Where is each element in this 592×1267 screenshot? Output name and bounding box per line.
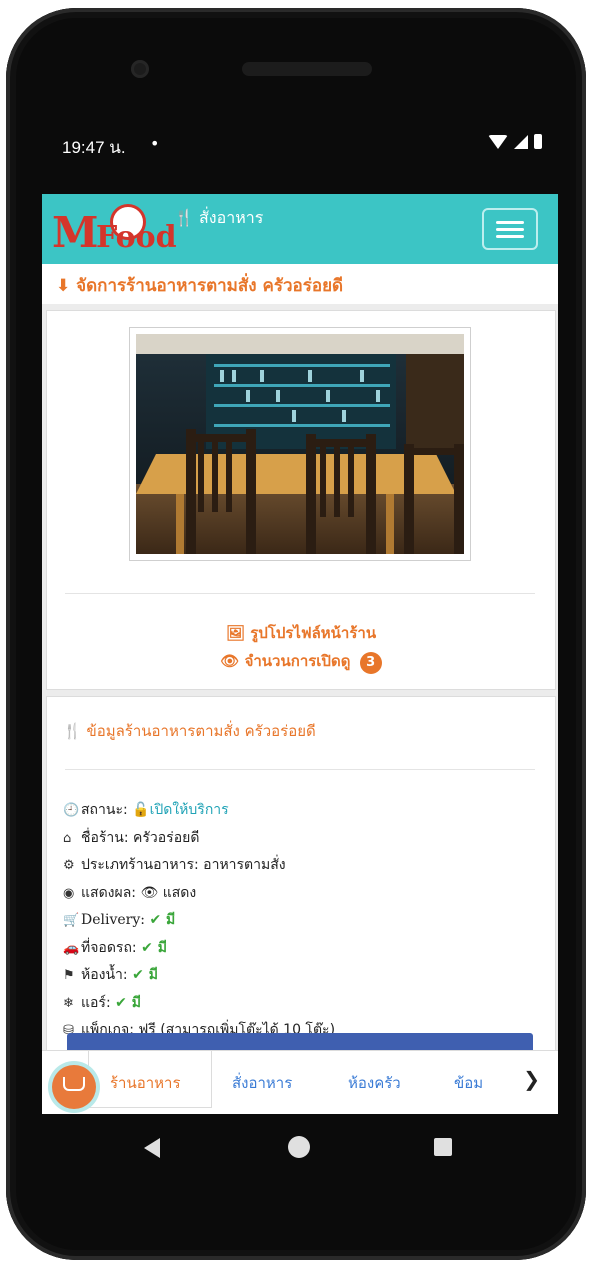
info-row-delivery: 🛒 Delivery: ✔ มี [63,907,335,935]
battery-icon [534,134,542,149]
info-row-display: ◉ แสดงผล: 👁 แสดง [63,880,335,908]
info-value: มี [166,912,176,928]
info-value: แสดง [162,884,197,901]
chevron-right-icon[interactable]: ❯ [523,1067,540,1091]
nav-title-label: สั่งอาหาร [199,208,264,227]
restaurant-photo-svg [136,334,464,554]
info-value: อาหารตามสั่ง [203,857,286,873]
info-value: มี [131,994,141,1011]
restaurant-photo [136,334,464,554]
app-screen: M Food 🍴 สั่งอาหาร ⬇ จัดการร้านอาหารตามส… [42,194,558,1114]
status-bar: 19:47 น. • [42,130,550,160]
check-icon: ✔ [115,994,132,1011]
info-value: ครัวอร่อยดี [133,829,200,846]
info-value: มี [157,939,167,956]
info-label: ชื่อร้าน: [81,829,134,846]
car-icon: 🚗 [63,940,80,956]
view-count: 👁 จำนวนการเปิดดู 3 [47,649,555,674]
basket-icon [63,1077,85,1091]
status-value-link[interactable]: เปิดให้บริการ [150,802,229,818]
top-navbar: M Food 🍴 สั่งอาหาร [42,194,558,264]
android-nav-keys [42,1124,550,1174]
tab-info[interactable]: ข้อม [454,1071,483,1095]
circle-arrow-down-icon: ⬇ [56,276,71,296]
page-heading: ⬇ จัดการร้านอาหารตามสั่ง ครัวอร่อยดี [42,264,558,304]
info-label: ประเภทร้านอาหาร: [81,857,204,873]
home-icon: ⌂ [63,830,72,846]
info-row-type: ⚙ ประเภทร้านอาหาร: อาหารตามสั่ง [63,852,335,880]
gears-icon: ⚙ [63,858,75,873]
check-icon: ✔ [141,939,158,956]
info-list: 🕘 สถานะ: 🔓เปิดให้บริการ ⌂ ชื่อร้าน: ครัวอร… [63,797,335,1045]
bottom-nav: ร้านอาหาร สั่งอาหาร ห้องครัว ข้อม ❯ [42,1050,558,1114]
utensils-icon: 🍴 [174,208,194,227]
restaurant-photo-frame[interactable] [129,327,471,561]
earpiece-speaker [242,62,372,76]
profile-card: 🖼 รูปโปรไฟล์หน้าร้าน 👁 จำนวนการเปิดดู 3 [46,310,556,690]
info-card-title: 🍴 ข้อมูลร้านอาหารตามสั่ง ครัวอร่อยดี [63,719,316,743]
eye-icon: 👁 [140,884,163,901]
page-title: จัดการร้านอาหารตามสั่ง ครัวอร่อยดี [76,276,344,296]
tab-order-food[interactable]: สั่งอาหาร [232,1071,292,1095]
mfood-logo[interactable]: M Food [50,200,177,258]
logo-letter-m: M [52,208,99,257]
tab-restaurant[interactable]: ร้านอาหาร [110,1071,181,1095]
clock-icon: 🕘 [63,803,80,818]
view-count-badge: 3 [359,652,382,674]
restaurant-info-card: 🍴 ข้อมูลร้านอาหารตามสั่ง ครัวอร่อยดี 🕘 สถ… [46,696,556,1058]
unlock-icon: 🔓 [132,802,150,818]
front-camera [131,60,149,78]
hamburger-menu-button[interactable] [482,208,538,250]
back-button[interactable] [144,1138,160,1158]
notification-dot: • [150,134,160,153]
basket-button[interactable] [52,1065,96,1109]
status-time: 19:47 น. [62,138,126,157]
info-row-aircon: ❄ แอร์: ✔ มี [63,990,335,1018]
nav-title[interactable]: 🍴 สั่งอาหาร [174,206,263,231]
cart-icon: 🛒 [63,913,80,928]
menu-bar [496,235,524,238]
home-button[interactable] [288,1136,310,1158]
signal-icon [514,134,528,149]
info-label: สถานะ: [81,802,133,818]
info-row-toilet: ⚑ ห้องน้ำ: ✔ มี [63,962,335,990]
check-icon: ✔ [132,967,149,983]
info-label: ที่จอดรถ: [81,939,142,956]
profile-picture-link[interactable]: 🖼 รูปโปรไฟล์หน้าร้าน [47,621,555,645]
check-icon: ✔ [149,912,167,928]
target-icon: ◉ [63,885,75,901]
info-label: แสดงผล: [81,884,141,901]
info-label: ห้องน้ำ: [81,967,133,983]
toilet-icon: ⚑ [63,968,75,983]
profile-picture-label: รูปโปรไฟล์หน้าร้าน [250,624,377,642]
system-icons [488,134,542,149]
info-row-status: 🕘 สถานะ: 🔓เปิดให้บริการ [63,797,335,825]
tab-kitchen[interactable]: ห้องครัว [348,1071,401,1095]
recent-apps-button[interactable] [434,1138,452,1156]
logo-text-food: Food [96,220,177,255]
divider [65,769,535,770]
wifi-icon [488,134,508,149]
snowflake-icon: ❄ [63,995,74,1011]
info-value: มี [148,967,158,983]
info-row-parking: 🚗 ที่จอดรถ: ✔ มี [63,935,335,963]
info-card-title-label: ข้อมูลร้านอาหารตามสั่ง ครัวอร่อยดี [86,722,316,740]
divider [65,593,535,594]
menu-bar [496,228,524,231]
image-icon: 🖼 [225,624,245,642]
menu-bar [496,221,524,224]
info-row-name: ⌂ ชื่อร้าน: ครัวอร่อยดี [63,825,335,853]
info-label: แอร์: [81,994,116,1011]
info-label: Delivery: [81,912,150,928]
eye-icon: 👁 [220,652,240,670]
view-count-label: จำนวนการเปิดดู [244,652,351,670]
utensils-icon: 🍴 [63,722,82,740]
